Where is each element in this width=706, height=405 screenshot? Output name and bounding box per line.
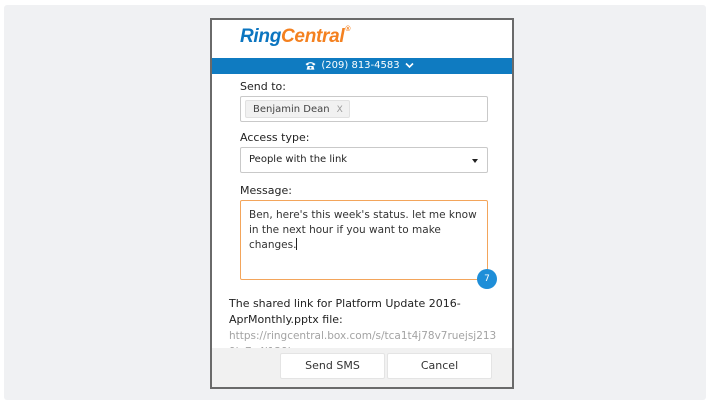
recipient-chip: Benjamin Dean X: [245, 100, 350, 118]
send-to-label: Send to:: [240, 80, 286, 93]
access-type-label: Access type:: [240, 131, 310, 144]
logo-registered-mark: ®: [345, 26, 351, 33]
dropdown-caret-icon: [472, 159, 478, 163]
recipient-name: Benjamin Dean: [253, 104, 330, 115]
logo-text-central: Central: [281, 26, 345, 47]
cancel-button[interactable]: Cancel: [387, 353, 492, 379]
access-type-select[interactable]: People with the link: [240, 147, 488, 173]
message-label: Message:: [240, 184, 292, 197]
access-type-value: People with the link: [249, 154, 348, 165]
step-badge: 7: [477, 269, 497, 289]
phone-icon: [305, 62, 316, 70]
phone-number: (209) 813-4583: [321, 60, 400, 71]
send-sms-button[interactable]: Send SMS: [280, 353, 385, 379]
shared-link-description: The shared link for Platform Update 2016…: [229, 297, 461, 326]
remove-recipient-button[interactable]: X: [337, 105, 343, 115]
message-textarea[interactable]: Ben, here's this week's status. let me k…: [240, 200, 488, 280]
dialog-footer: Send SMS Cancel: [212, 348, 512, 387]
share-dialog: RingCentral® (209) 813-4583 Send to: Ben…: [210, 18, 514, 389]
phone-number-selector[interactable]: (209) 813-4583: [212, 58, 512, 74]
ringcentral-logo: RingCentral®: [240, 26, 351, 48]
logo-bar: RingCentral®: [212, 20, 512, 58]
text-cursor: [296, 238, 298, 250]
message-text: Ben, here's this week's status. let me k…: [249, 209, 477, 251]
logo-text-ring: Ring: [240, 26, 282, 47]
chevron-down-icon: [405, 62, 414, 69]
send-to-field[interactable]: Benjamin Dean X: [240, 96, 488, 122]
shared-link-url[interactable]: https://ringcentral.box.com/s/tca1t4j78v…: [229, 328, 497, 350]
